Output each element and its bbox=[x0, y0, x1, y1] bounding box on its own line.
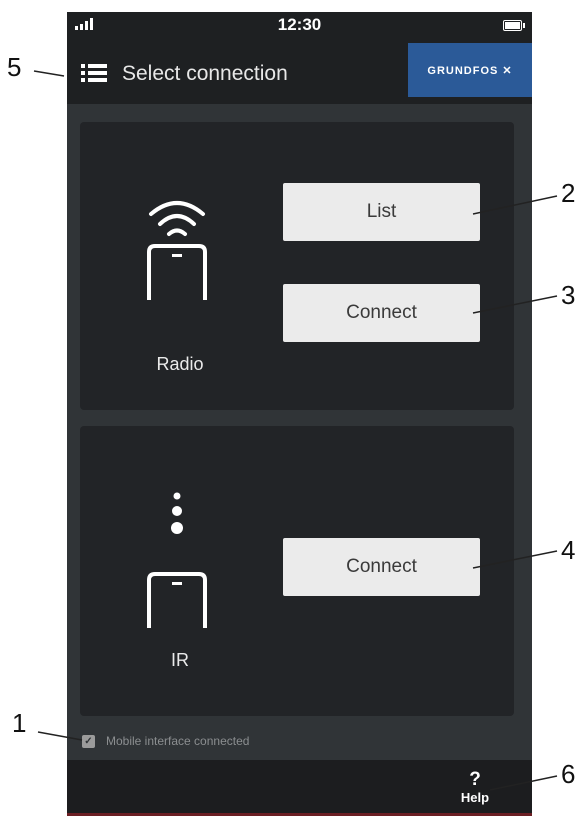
phone-screen: 12:30 Select connection GRUNDFOS ✕ Radio… bbox=[67, 12, 532, 816]
list-menu-icon[interactable] bbox=[81, 64, 107, 82]
callout-6: 6 bbox=[561, 759, 576, 789]
ir-label: IR bbox=[171, 650, 189, 670]
radio-panel: Radio List Connect bbox=[80, 122, 514, 410]
bottom-bar: ? Help bbox=[67, 760, 532, 816]
ir-connect-button[interactable]: Connect bbox=[283, 538, 480, 596]
help-button[interactable]: ? Help bbox=[458, 769, 492, 806]
status-bar: 12:30 bbox=[67, 12, 532, 38]
callout-1: 1 bbox=[12, 708, 27, 738]
callout-2: 2 bbox=[561, 178, 576, 208]
connected-status-label: Mobile interface connected bbox=[106, 734, 250, 748]
callout-4: 4 bbox=[561, 535, 576, 565]
callout-5: 5 bbox=[7, 52, 22, 82]
battery-icon bbox=[503, 20, 525, 31]
list-button[interactable]: List bbox=[283, 183, 480, 241]
ir-panel: IR Connect bbox=[80, 426, 514, 716]
connected-checkbox[interactable]: ✓ bbox=[82, 735, 95, 748]
connection-status-row: ✓ Mobile interface connected bbox=[67, 726, 532, 760]
radio-connect-button[interactable]: Connect bbox=[283, 284, 480, 342]
app-header: Select connection GRUNDFOS ✕ bbox=[67, 38, 532, 104]
callout-3: 3 bbox=[561, 280, 576, 310]
help-icon: ? bbox=[469, 769, 481, 790]
radio-label: Radio bbox=[156, 354, 204, 374]
help-label: Help bbox=[460, 790, 490, 805]
grundfos-logo: GRUNDFOS ✕ bbox=[408, 43, 532, 97]
ir-phone-icon bbox=[147, 492, 207, 628]
status-time: 12:30 bbox=[277, 15, 322, 34]
bottom-accent-line bbox=[67, 813, 532, 816]
wifi-phone-icon bbox=[147, 201, 207, 300]
page-title: Select connection bbox=[122, 62, 288, 85]
